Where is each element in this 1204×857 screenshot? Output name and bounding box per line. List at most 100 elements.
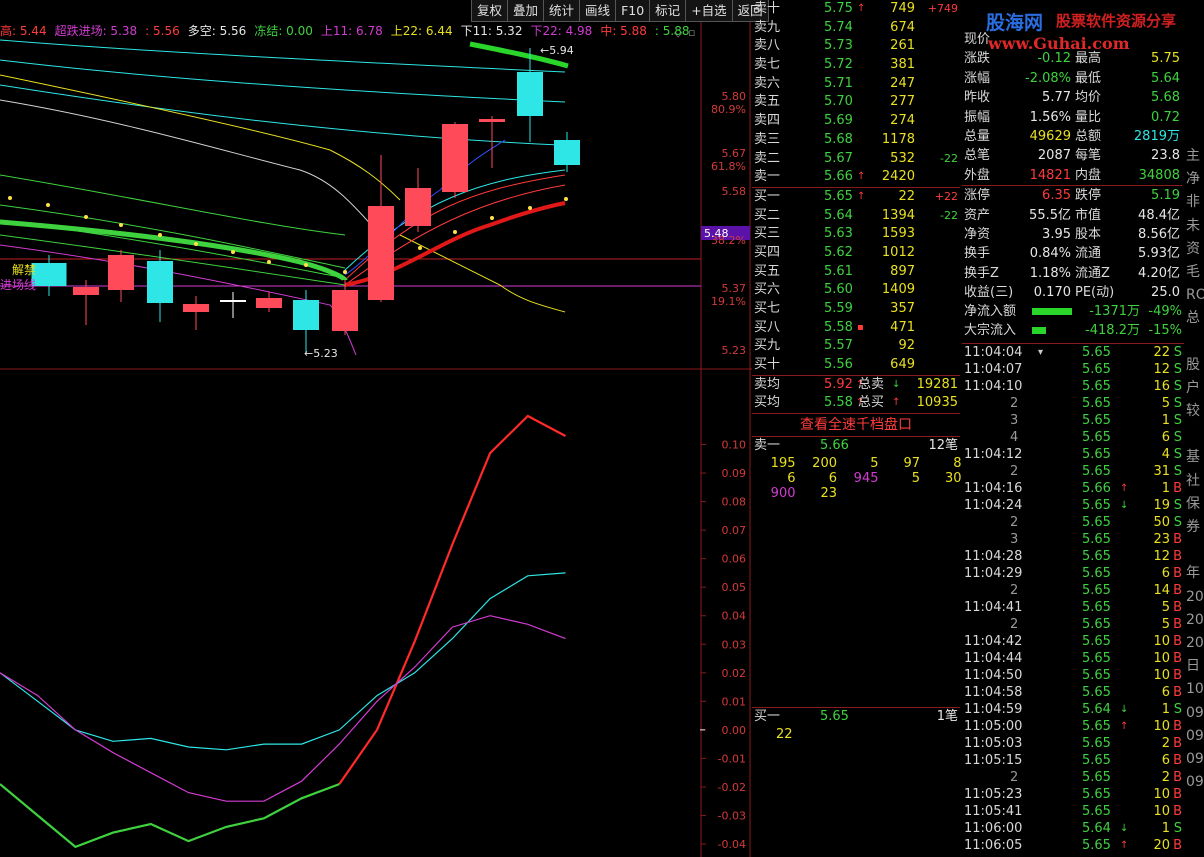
level-volume: 357 [890, 301, 915, 316]
tick-row[interactable]: 3 5.65 23 B [962, 531, 1184, 548]
clipped-label: 保 [1186, 495, 1200, 512]
tick-list[interactable]: 11:04:04 5.65 22 S ▾ 11:04:07 5.65 12 S 11:04:10 5… [962, 343, 1184, 854]
tick-time: 11:04:10 [964, 379, 1023, 394]
tick-price: 5.65 [1082, 736, 1111, 751]
tick-row[interactable]: 11:04:28 5.65 12 B [962, 548, 1184, 565]
tick-row[interactable]: 2 5.65 50 S [962, 514, 1184, 531]
ask-level-row[interactable]: 卖三 5.68 1178 [752, 131, 960, 150]
signal-dot [267, 260, 271, 264]
tick-volume: 50 [1153, 515, 1170, 530]
add-watchlist-button[interactable]: +自选 [685, 0, 733, 22]
bid-level-row[interactable]: 买九 5.57 92 [752, 337, 960, 356]
level-volume: 674 [890, 19, 915, 35]
bid-level-row[interactable]: 买五 5.61 897 [752, 263, 960, 282]
clipped-label: 股 [1186, 356, 1200, 373]
tick-row[interactable]: 11:04:07 5.65 12 S [962, 361, 1184, 378]
tick-row[interactable]: 2 5.65 14 B [962, 582, 1184, 599]
full-depth-button[interactable]: 查看全速千档盘口 [752, 414, 960, 438]
ask-level-row[interactable]: 卖四 5.69 274 [752, 112, 960, 131]
indicator-value: 超跌进场: 5.38 [54, 24, 138, 38]
ask-level-row[interactable]: 卖八 5.73 261 [752, 37, 960, 56]
bid-level-row[interactable]: 买八 5.58 ▪ 471 [752, 319, 960, 338]
ask-level-row[interactable]: 卖二 5.67 532 -22 [752, 150, 960, 169]
indicator-axis-label: -0.04 [718, 838, 746, 851]
tick-side: B [1173, 770, 1182, 785]
ask-level-row[interactable]: 卖七 5.72 381 [752, 56, 960, 75]
quote-label: 换手Z [964, 265, 999, 281]
ask-level-row[interactable]: 卖十 5.75 ↑ 749 +749 [752, 0, 960, 19]
indicator-axis-label: -0.02 [718, 781, 746, 794]
tick-row[interactable]: 11:04:42 5.65 10 B [962, 633, 1184, 650]
tick-row[interactable]: 4 5.65 6 S [962, 429, 1184, 446]
bid-level-row[interactable]: 买七 5.59 357 [752, 300, 960, 319]
level-price: 5.59 [824, 301, 853, 316]
bid-level-row[interactable]: 买一 5.65 ↑ 22 +22 [752, 188, 960, 207]
statistics-button[interactable]: 统计 [543, 0, 581, 22]
tick-row[interactable]: 11:06:05 5.65 ↑ 20 B [962, 837, 1184, 854]
tick-volume: 6 [1161, 566, 1170, 581]
tick-row[interactable]: 11:06:00 5.64 ↓ 1 S [962, 820, 1184, 837]
tick-row[interactable]: 2 5.65 31 S [962, 463, 1184, 480]
tick-row[interactable]: 11:04:10 5.65 16 S [962, 378, 1184, 395]
tick-row[interactable]: 11:04:44 5.65 10 B [962, 650, 1184, 667]
tick-row[interactable]: 11:05:15 5.65 6 B [962, 752, 1184, 769]
tick-row[interactable]: 11:05:03 5.65 2 B [962, 735, 1184, 752]
kline-chart-canvas[interactable]: 5.8080.9%5.6761.8%5.5838.2%5.3719.1%5.23… [0, 0, 752, 857]
tick-row[interactable]: 11:04:41 5.65 5 B [962, 599, 1184, 616]
level-label: 买六 [754, 282, 781, 298]
tick-row[interactable]: 11:04:16 5.66 ↑ 1 B [962, 480, 1184, 497]
price-axis-label: 5.58 [722, 185, 747, 198]
tick-row[interactable]: 3 5.65 1 S [962, 412, 1184, 429]
tick-row[interactable]: 11:04:12 5.65 4 S [962, 446, 1184, 463]
tick-row[interactable]: 2 5.65 5 S [962, 395, 1184, 412]
ask-level-row[interactable]: 卖六 5.71 247 [752, 75, 960, 94]
entry-line-label: 进场线 [0, 278, 36, 292]
bid-level-row[interactable]: 买十 5.56 649 [752, 356, 960, 375]
tick-time: 11:05:00 [964, 719, 1023, 734]
net-inflow-row: 净流入额 -1371万 -49% [962, 302, 1184, 321]
ask-level-row[interactable]: 卖五 5.70 277 [752, 93, 960, 112]
bid-level-row[interactable]: 买四 5.62 1012 [752, 244, 960, 263]
quote-label: 昨收 [964, 90, 991, 106]
level-label: 买七 [754, 301, 781, 316]
tick-row[interactable]: 2 5.65 2 B [962, 769, 1184, 786]
tick-row[interactable]: 11:05:41 5.65 10 B [962, 803, 1184, 820]
indicator-value: 上22: 6.44 [390, 24, 453, 38]
level-volume: 1409 [881, 282, 915, 298]
ask-level-row[interactable]: 卖九 5.74 674 [752, 19, 960, 38]
overlay-button[interactable]: 叠加 [507, 0, 545, 22]
tick-volume: 14 [1153, 583, 1170, 598]
tick-price: 5.65 [1082, 804, 1111, 819]
level-volume: 261 [890, 38, 915, 54]
bid-level-row[interactable]: 买六 5.60 1409 [752, 281, 960, 300]
mark-button[interactable]: 标记 [649, 0, 687, 22]
tick-row[interactable]: 11:04:04 5.65 22 S ▾ [962, 343, 1184, 361]
f10-button[interactable]: F10 [615, 0, 651, 22]
tick-volume: 1 [1161, 413, 1170, 428]
bid-level-row[interactable]: 买三 5.63 1593 [752, 225, 960, 244]
tick-row[interactable]: 11:05:23 5.65 10 B [962, 786, 1184, 803]
restore-rights-button[interactable]: 复权 [471, 0, 509, 22]
tick-row[interactable]: 2 5.65 5 B [962, 616, 1184, 633]
draw-line-button[interactable]: 画线 [579, 0, 617, 22]
bid-level-row[interactable]: 买二 5.64 1394 -22 [752, 207, 960, 226]
level-price: 5.61 [824, 263, 853, 279]
block-inflow-pct: -15% [1148, 323, 1182, 339]
tick-price: 5.65 [1082, 617, 1111, 632]
tick-time: 11:04:41 [964, 600, 1023, 615]
tick-row[interactable]: 11:05:00 5.65 ↑ 10 B [962, 718, 1184, 735]
level-label: 卖三 [754, 131, 781, 147]
tick-volume: 12 [1153, 549, 1170, 564]
level-price: 5.58 [824, 319, 853, 335]
tick-row[interactable]: 11:04:50 5.65 10 B [962, 667, 1184, 684]
quote-value: -2.08% [1025, 70, 1071, 86]
tick-row[interactable]: 11:04:24 5.65 ↓ 19 S [962, 497, 1184, 514]
clipped-label: 日 [1186, 658, 1200, 675]
indicator-axis-label: 0.10 [722, 439, 747, 452]
tick-row[interactable]: 11:04:29 5.65 6 B [962, 565, 1184, 582]
tick-row[interactable]: 11:04:58 5.65 6 B [962, 684, 1184, 701]
quote-label: 外盘 [964, 167, 991, 183]
tick-row[interactable]: 11:04:59 5.64 ↓ 1 S [962, 701, 1184, 718]
tick-side: S [1173, 515, 1182, 530]
ask-level-row[interactable]: 卖一 5.66 ↑ 2420 [752, 168, 960, 187]
